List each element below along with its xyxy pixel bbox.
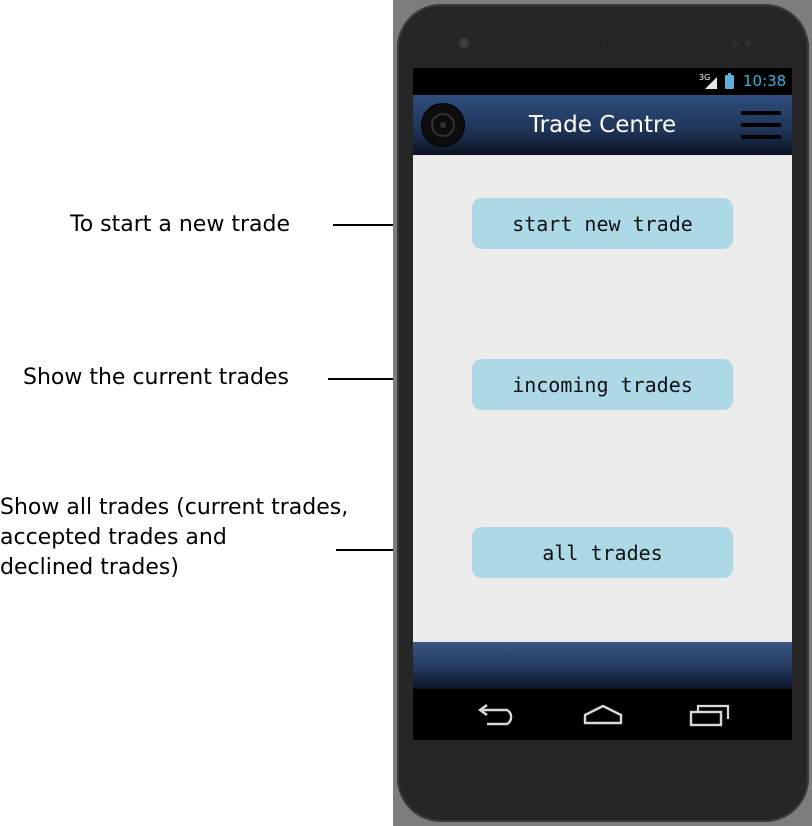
annotation-all-trades-line3: declined trades): [0, 555, 179, 580]
menu-line: [741, 111, 781, 115]
annotation-all-trades-line1: Show all trades (current trades,: [0, 495, 349, 520]
front-camera: [459, 38, 469, 48]
back-icon[interactable]: [477, 703, 517, 727]
menu-line: [741, 123, 781, 127]
phone-screen: 3G 10:38 Trade Centre start new trade in…: [413, 68, 792, 740]
home-icon[interactable]: [581, 703, 625, 727]
recent-apps-icon[interactable]: [688, 703, 732, 727]
battery-icon: [725, 73, 734, 89]
menu-line: [741, 135, 781, 139]
status-bar: 3G 10:38: [413, 68, 792, 95]
earpiece-speaker: [593, 32, 615, 54]
incoming-trades-button[interactable]: incoming trades: [472, 359, 733, 410]
proximity-sensor: [732, 40, 738, 46]
action-bar: Trade Centre: [413, 95, 792, 155]
start-new-trade-button[interactable]: start new trade: [472, 198, 733, 249]
bottom-bar: [413, 642, 792, 689]
main-content: start new trade incoming trades all trad…: [413, 155, 792, 642]
annotation-all-trades: Show all trades (current trades, accepte…: [0, 493, 348, 583]
all-trades-button[interactable]: all trades: [472, 527, 733, 578]
clock: 10:38: [743, 72, 787, 90]
vinyl-record-icon[interactable]: [422, 104, 464, 146]
annotation-new-trade: To start a new trade: [70, 212, 290, 237]
page-title: Trade Centre: [528, 112, 677, 138]
navigation-bar: [413, 689, 792, 740]
annotation-all-trades-line2: accepted trades and: [0, 525, 227, 550]
annotation-current-trades: Show the current trades: [23, 365, 289, 390]
signal-icon: [705, 77, 717, 89]
hamburger-menu-icon[interactable]: [741, 111, 781, 139]
light-sensor: [745, 40, 751, 46]
